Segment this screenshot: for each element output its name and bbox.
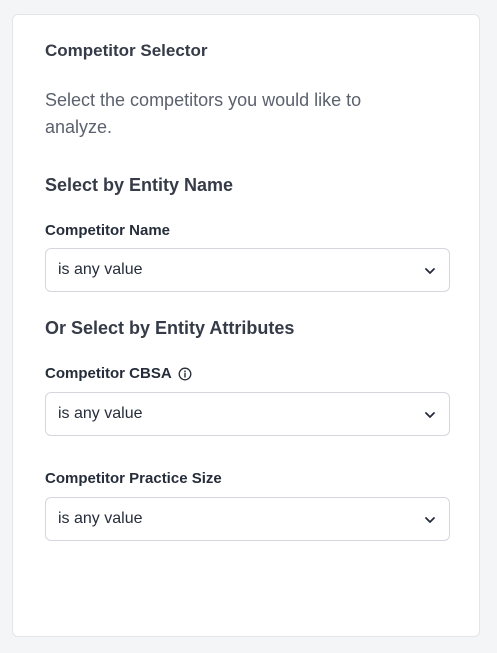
- panel-description: Select the competitors you would like to…: [45, 90, 362, 137]
- entity-name-section-heading: Select by Entity Name: [45, 175, 234, 195]
- competitor-cbsa-select-value: is any value: [58, 405, 143, 422]
- chevron-down-icon: [425, 412, 435, 418]
- competitor-name-select[interactable]: is any value: [45, 248, 450, 292]
- competitor-name-label: Competitor Name: [45, 222, 171, 239]
- competitor-selector-panel: Competitor Selector Select the competito…: [12, 14, 480, 637]
- entity-attributes-section-heading: Or Select by Entity Attributes: [45, 318, 295, 338]
- competitor-practice-size-label: Competitor Practice Size: [45, 470, 222, 487]
- competitor-name-select-value: is any value: [58, 261, 143, 278]
- competitor-cbsa-label: Competitor CBSA: [45, 365, 172, 382]
- chevron-down-icon: [425, 268, 435, 274]
- competitor-practice-size-select-value: is any value: [58, 510, 143, 527]
- competitor-cbsa-label-row: Competitor CBSA: [45, 365, 192, 382]
- panel-title: Competitor Selector: [45, 41, 208, 60]
- competitor-cbsa-select[interactable]: is any value: [45, 392, 450, 436]
- chevron-down-icon: [425, 517, 435, 523]
- info-icon[interactable]: [178, 367, 192, 381]
- competitor-practice-size-select[interactable]: is any value: [45, 497, 450, 541]
